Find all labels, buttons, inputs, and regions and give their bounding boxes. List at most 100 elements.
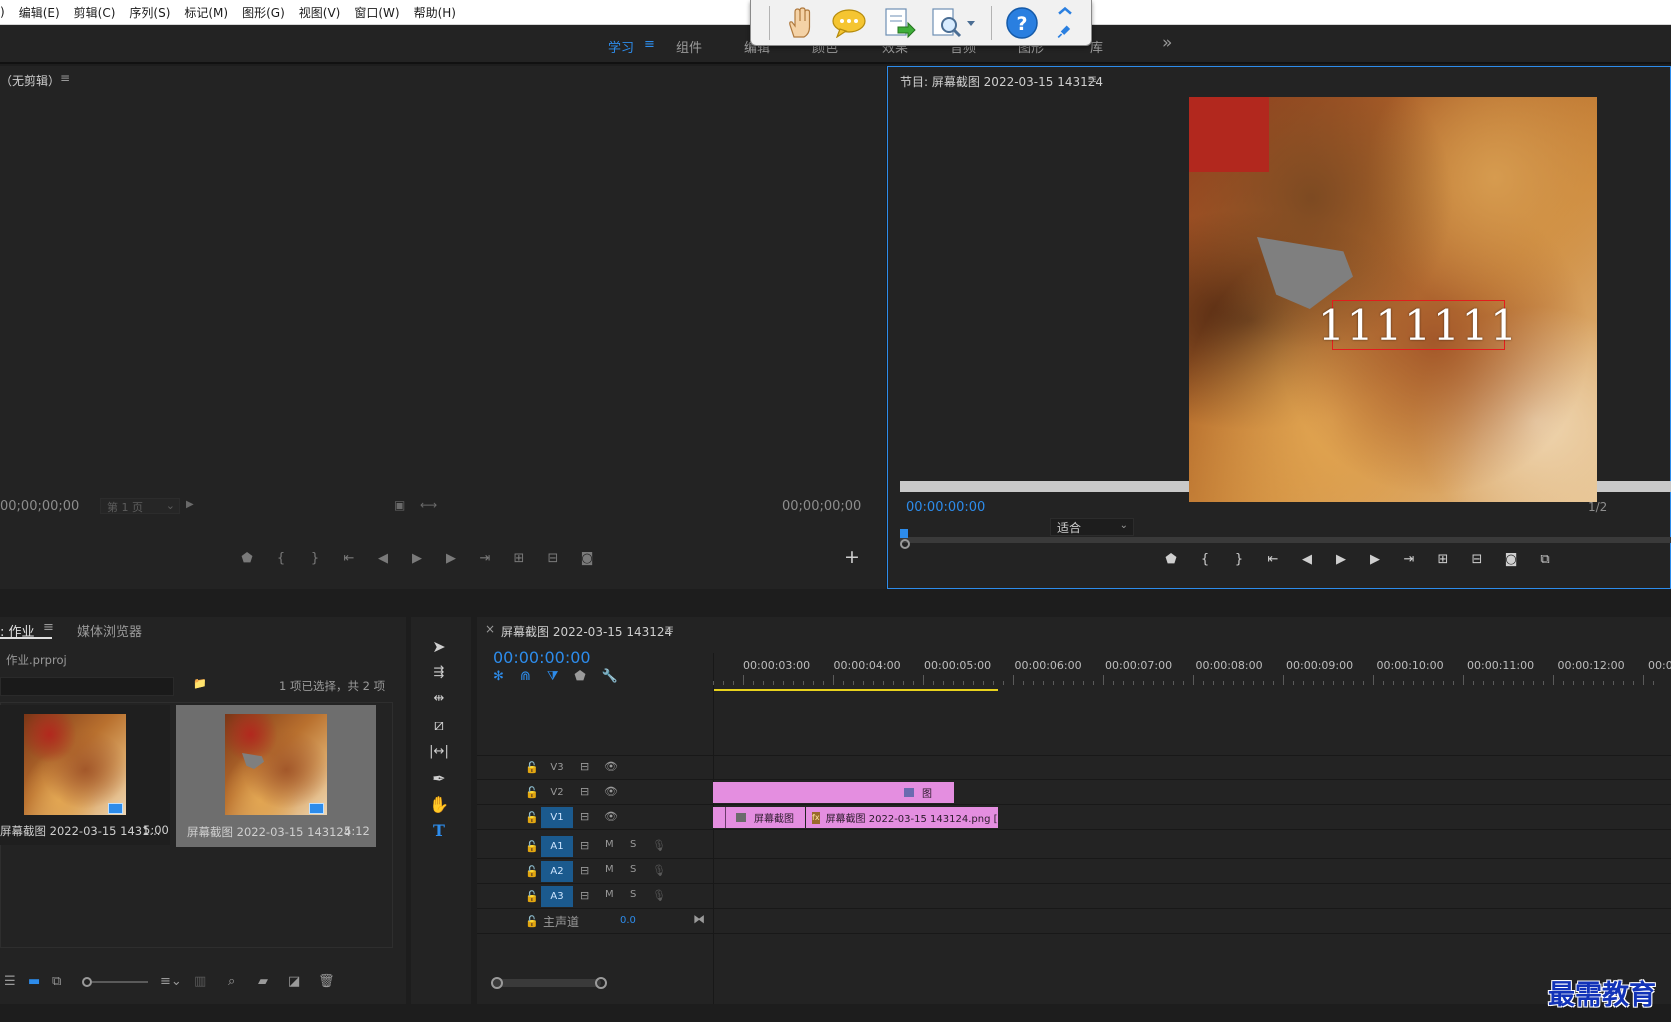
icon-view-icon[interactable]: ▬ [28, 974, 52, 989]
project-item-1[interactable]: 屏幕截图 2022-03-15 1431... 5:00 [0, 705, 170, 845]
microphone-icon[interactable]: 🎙 [652, 864, 666, 877]
source-menu-icon[interactable]: ≡ [60, 71, 70, 85]
compare-icon[interactable]: ⧉ [1528, 549, 1562, 569]
help-icon[interactable]: ? [1004, 6, 1039, 40]
eye-icon[interactable]: 👁 [604, 785, 618, 798]
clip-v1-a[interactable]: 屏幕截图 [713, 807, 805, 828]
trash-icon[interactable]: 🗑 [318, 974, 338, 989]
eye-icon[interactable]: 👁 [604, 810, 618, 823]
nest-icon[interactable]: ✻ [493, 669, 504, 684]
sequence-tab[interactable]: 屏幕截图 2022-03-15 143124 [501, 623, 672, 640]
lock-icon[interactable]: 🔓 [525, 761, 539, 774]
work-area-bar[interactable] [713, 689, 998, 691]
project-menu-icon[interactable]: ≡ [43, 620, 54, 635]
new-bin-icon[interactable]: 📁 [193, 677, 207, 690]
pen-tool-icon[interactable]: ✒ [423, 766, 455, 790]
mark-in-icon[interactable]: { [1188, 549, 1222, 569]
program-timeline-bar[interactable] [900, 537, 1671, 543]
tab-media-browser[interactable]: 媒体浏览器 [77, 621, 142, 640]
project-item-2[interactable]: 屏幕截图 2022-03-15 143124 5:12 [176, 705, 376, 847]
sync-lock-icon[interactable]: ⊟ [580, 864, 589, 877]
mark-out-icon[interactable]: } [1222, 549, 1256, 569]
menu-help[interactable]: 帮助(H) [407, 4, 463, 21]
camera-icon[interactable]: ◙ [1494, 549, 1528, 569]
workspace-overflow-icon[interactable]: » [1162, 33, 1172, 53]
microphone-icon[interactable]: 🎙 [652, 839, 666, 852]
extract-icon[interactable]: ⊟ [1460, 549, 1494, 569]
snap-icon[interactable]: ⋒ [520, 669, 531, 684]
lock-icon[interactable]: 🔓 [525, 811, 539, 824]
play-icon[interactable]: ▶ [400, 548, 434, 568]
go-to-out-icon[interactable]: ⇥ [468, 548, 502, 568]
mark-out-icon[interactable]: } [298, 548, 332, 568]
eye-icon[interactable]: 👁 [604, 760, 618, 773]
solo-button[interactable]: S [630, 864, 636, 875]
go-to-out-icon[interactable]: ⇥ [1392, 549, 1426, 569]
menu-clip[interactable]: 剪辑(C) [67, 4, 123, 21]
video-gray-shape[interactable] [1257, 237, 1353, 309]
sync-lock-icon[interactable]: ⊟ [580, 810, 589, 823]
program-menu-icon[interactable]: ≡ [1087, 72, 1097, 86]
sort-icon[interactable]: ≡⌄ [160, 974, 194, 989]
add-button-icon[interactable]: + [844, 546, 860, 568]
go-to-in-icon[interactable]: ⇤ [1256, 549, 1290, 569]
menu-partial[interactable]: ) [0, 5, 12, 19]
wrench-icon[interactable]: 🔧 [602, 669, 618, 684]
sync-lock-icon[interactable]: ⊟ [580, 839, 589, 852]
overwrite-icon[interactable]: ⊟ [536, 548, 570, 568]
hand-tool-icon[interactable]: ✋ [423, 792, 455, 816]
menu-markers[interactable]: 标记(M) [177, 4, 235, 21]
source-timecode[interactable]: 00;00;00;00 [0, 499, 79, 514]
menu-window[interactable]: 窗口(W) [347, 4, 406, 21]
hand-icon[interactable] [782, 6, 817, 40]
insert-icon[interactable]: ⊞ [502, 548, 536, 568]
track-label-a2[interactable]: A2 [541, 861, 573, 882]
track-label-v2[interactable]: V2 [541, 782, 573, 803]
workspace-assembly[interactable]: 组件 [676, 37, 702, 56]
mute-button[interactable]: M [605, 839, 614, 850]
track-label-a3[interactable]: A3 [541, 886, 573, 907]
go-to-end-icon[interactable]: ⧓ [693, 912, 705, 926]
zoom-slider[interactable] [82, 976, 150, 987]
find-icon[interactable]: ⌕ [228, 974, 258, 989]
program-video-frame[interactable]: 1111111 [1189, 97, 1597, 502]
video-title-text[interactable]: 1111111 [1318, 300, 1517, 350]
marker-icon[interactable]: ⬟ [1154, 549, 1188, 569]
solo-button[interactable]: S [630, 839, 636, 850]
solo-button[interactable]: S [630, 889, 636, 900]
comment-icon[interactable] [831, 6, 867, 40]
automate-icon[interactable]: ▥ [194, 974, 228, 989]
source-page-select[interactable]: 第 1 页 ⌄ [100, 498, 180, 514]
mark-in-icon[interactable]: { [264, 548, 298, 568]
linked-selection-icon[interactable]: ⧩ [547, 669, 559, 684]
mute-button[interactable]: M [605, 864, 614, 875]
track-label-v1[interactable]: V1 [541, 807, 573, 828]
slip-tool-icon[interactable]: |↔| [423, 739, 455, 763]
project-search-input[interactable] [0, 677, 174, 696]
sync-lock-icon[interactable]: ⊟ [580, 889, 589, 902]
lock-icon[interactable]: 🔓 [525, 840, 539, 853]
zoom-page-icon[interactable] [930, 6, 977, 40]
program-timecode[interactable]: 00:00:00:00 [906, 500, 985, 515]
type-tool-icon[interactable]: T [423, 818, 455, 842]
camera-icon[interactable]: ◙ [570, 548, 604, 568]
new-bin-icon[interactable]: ▰ [258, 974, 288, 989]
razor-tool-icon[interactable]: ⧄ [423, 713, 455, 737]
pin-icon[interactable] [1054, 6, 1077, 40]
lock-icon[interactable]: 🔓 [525, 865, 539, 878]
master-volume-value[interactable]: 0.0 [620, 915, 636, 926]
go-to-in-icon[interactable]: ⇤ [332, 548, 366, 568]
microphone-icon[interactable]: 🎙 [652, 889, 666, 902]
lock-icon[interactable]: 🔓 [525, 786, 539, 799]
fit-select[interactable]: 适合 ⌄ [1050, 518, 1134, 536]
menu-graphics[interactable]: 图形(G) [235, 4, 292, 21]
step-forward-icon[interactable]: ▶ [434, 548, 468, 568]
step-back-icon[interactable]: ◀ [366, 548, 400, 568]
step-back-icon[interactable]: ◀ [1290, 549, 1324, 569]
track-select-tool-icon[interactable]: ⇶ [423, 660, 455, 684]
clip-icon[interactable]: ▣ [394, 498, 405, 512]
play-arrow-icon[interactable]: ▶ [186, 499, 194, 510]
marker-icon[interactable]: ⬟ [230, 548, 264, 568]
track-label-v3[interactable]: V3 [541, 757, 573, 778]
freeform-view-icon[interactable]: ⧉ [52, 974, 82, 989]
